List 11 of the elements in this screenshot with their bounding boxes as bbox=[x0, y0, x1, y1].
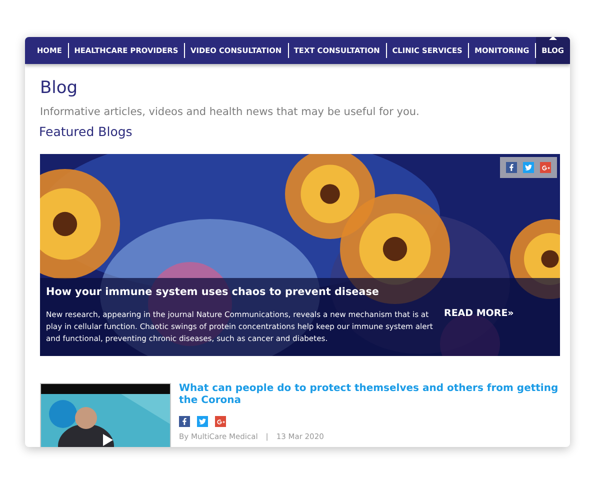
facebook-icon[interactable] bbox=[179, 416, 190, 427]
page-title: Blog bbox=[40, 78, 79, 98]
intro-text: Informative articles, videos and health news that may be useful for you. bbox=[40, 106, 420, 118]
article-title: How your immune system uses chaos to prevent disease bbox=[46, 286, 380, 300]
read-more-link[interactable]: READ MORE» bbox=[444, 308, 554, 318]
facebook-icon[interactable] bbox=[506, 162, 517, 173]
google-plus-icon[interactable] bbox=[215, 416, 226, 427]
twitter-icon[interactable] bbox=[197, 416, 208, 427]
twitter-icon[interactable] bbox=[523, 162, 534, 173]
section-heading: Featured Blogs bbox=[39, 124, 134, 139]
google-plus-icon[interactable] bbox=[540, 162, 551, 173]
